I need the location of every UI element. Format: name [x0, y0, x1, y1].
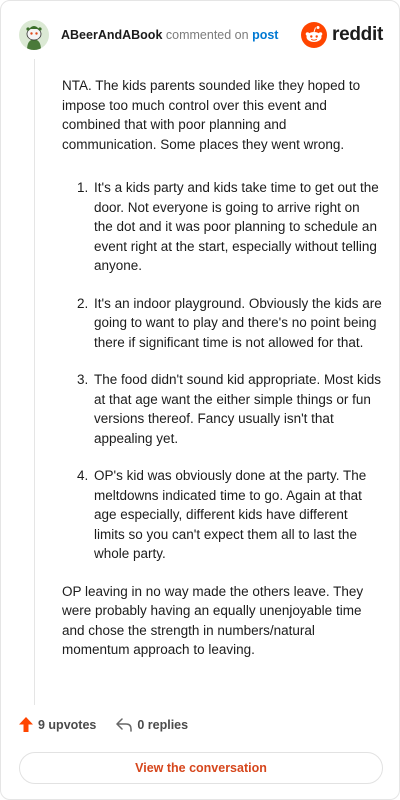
comment-point-list: It's a kids party and kids take time to … [62, 178, 382, 564]
comment-embed-card: ABeerAndABook commented on post reddit N… [0, 0, 400, 800]
view-conversation-button[interactable]: View the conversation [19, 752, 383, 784]
comment-intro: NTA. The kids parents sounded like they … [62, 78, 361, 152]
reddit-logo[interactable]: reddit [301, 22, 383, 48]
upvote-count: 9 upvotes [38, 717, 97, 732]
reply-arrow-icon [116, 717, 133, 732]
commented-on-text: commented on [165, 28, 249, 42]
snoo-avatar-icon [19, 20, 49, 50]
comment-point: It's a kids party and kids take time to … [92, 178, 382, 276]
comment-point: The food didn't sound kid appropriate. M… [92, 370, 382, 448]
comment-closing: OP leaving in no way made the others lea… [62, 583, 364, 658]
reply-count: 0 replies [137, 717, 189, 732]
comment-body: NTA. The kids parents sounded like they … [62, 76, 382, 660]
comment-point: OP's kid was obviously done at the party… [92, 466, 382, 564]
replies-button[interactable]: 0 replies [116, 718, 188, 732]
comment-header: ABeerAndABook commented on post reddit [19, 19, 383, 51]
upvote-button[interactable]: 9 upvotes [19, 717, 96, 732]
reddit-wordmark: reddit [332, 24, 383, 45]
username-link[interactable]: ABeerAndABook [61, 28, 162, 42]
reddit-logo-icon [301, 22, 328, 48]
comment-footer: 9 upvotes 0 replies [19, 717, 188, 732]
post-link[interactable]: post [252, 28, 278, 42]
comment-point: It's an indoor playground. Obviously the… [92, 294, 382, 353]
comment-meta: ABeerAndABook commented on post [61, 28, 278, 42]
thread-line [34, 59, 35, 705]
upvote-arrow-icon [19, 717, 33, 732]
user-avatar[interactable] [19, 20, 49, 50]
